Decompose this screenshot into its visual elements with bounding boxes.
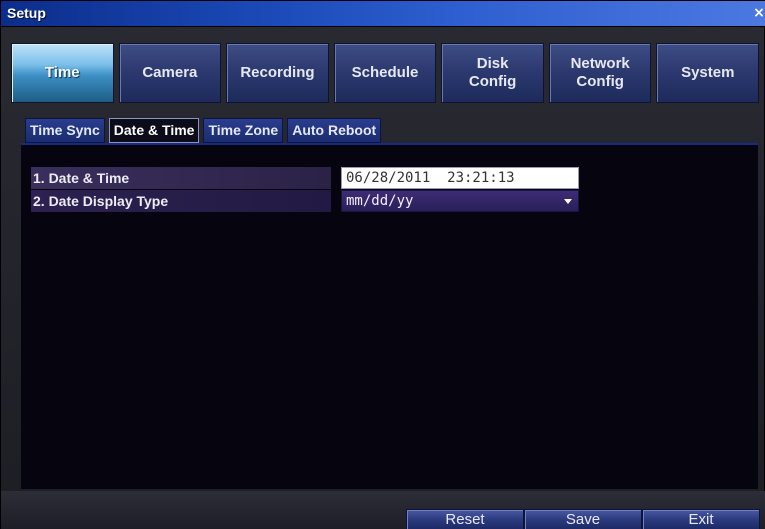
tab-camera[interactable]: Camera	[118, 43, 222, 103]
tab-network-config[interactable]: Network Config	[548, 43, 652, 103]
main-tab-bar: Time Camera Recording Schedule Disk Conf…	[11, 43, 760, 103]
tab-system[interactable]: System	[656, 43, 760, 103]
chevron-down-icon	[564, 199, 572, 204]
save-button[interactable]: Save	[524, 509, 642, 529]
reset-button[interactable]: Reset	[406, 509, 524, 529]
date-display-type-label: 2. Date Display Type	[31, 190, 331, 212]
subtab-time-sync[interactable]: Time Sync	[25, 118, 105, 143]
close-icon[interactable]: ×	[752, 3, 765, 23]
date-time-label: 1. Date & Time	[31, 167, 331, 189]
settings-panel: 1. Date & Time 06/28/2011 23:21:13 2. Da…	[21, 143, 758, 489]
tab-schedule[interactable]: Schedule	[333, 43, 437, 103]
sub-tab-bar: Time Sync Date & Time Time Zone Auto Reb…	[25, 118, 382, 143]
exit-button[interactable]: Exit	[642, 509, 760, 529]
tab-recording[interactable]: Recording	[226, 43, 329, 103]
title-bar: Setup ×	[1, 1, 765, 27]
subtab-time-zone[interactable]: Time Zone	[203, 118, 284, 143]
tab-time[interactable]: Time	[11, 43, 114, 103]
subtab-auto-reboot[interactable]: Auto Reboot	[287, 118, 382, 143]
window-title: Setup	[7, 5, 46, 21]
bottom-bar: Reset Save Exit	[1, 491, 765, 529]
tab-disk-config[interactable]: Disk Config	[441, 43, 544, 103]
date-display-type-value: mm/dd/yy	[346, 193, 414, 209]
date-time-field[interactable]: 06/28/2011 23:21:13	[341, 167, 579, 189]
setup-window: Setup × Time Camera Recording Schedule D…	[0, 0, 765, 529]
date-display-type-select[interactable]: mm/dd/yy	[341, 190, 579, 212]
subtab-date-time[interactable]: Date & Time	[108, 118, 200, 143]
